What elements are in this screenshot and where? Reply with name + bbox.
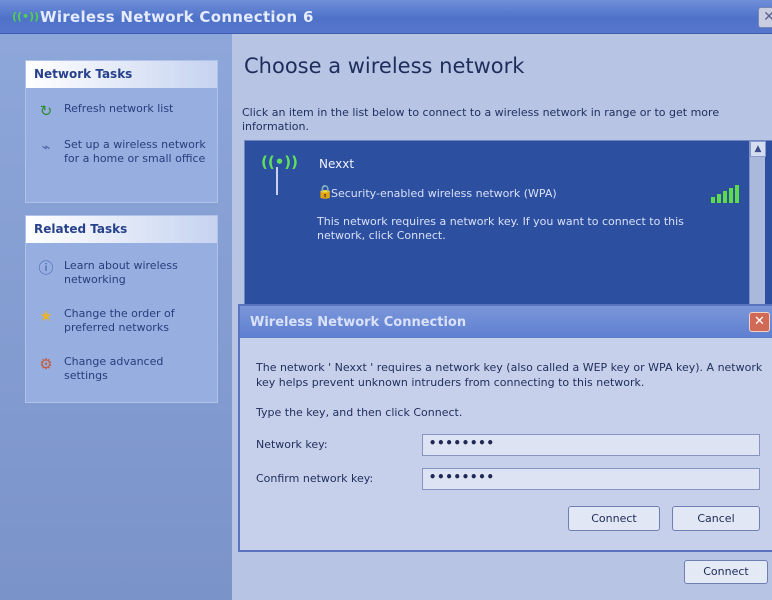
- related-tasks-box: Related Tasks ⓘ Learn about wireless net…: [25, 215, 218, 403]
- wireless-connection-window: ((•)) Wireless Network Connection 6 ✕ Ne…: [0, 0, 772, 600]
- change-advanced-settings-link[interactable]: ⚙ Change advanced settings: [26, 355, 217, 383]
- network-security: Security-enabled wireless network (WPA): [331, 187, 557, 200]
- dialog-title[interactable]: Wireless Network Connection: [240, 306, 772, 338]
- wireless-setup-icon: ⌁: [41, 138, 51, 156]
- confirm-key-input[interactable]: ••••••••: [422, 468, 760, 490]
- page-title: Choose a wireless network: [244, 54, 525, 78]
- dialog-instruction: Type the key, and then click Connect.: [256, 406, 463, 419]
- title-bar[interactable]: ((•)) Wireless Network Connection 6 ✕: [0, 0, 772, 34]
- confirm-key-label: Confirm network key:: [256, 472, 374, 485]
- learn-wireless-link[interactable]: ⓘ Learn about wireless networking: [26, 259, 217, 287]
- page-description: Click an item in the list below to conne…: [242, 106, 720, 133]
- setup-wireless-network-link[interactable]: ⌁ Set up a wireless network for a home o…: [26, 138, 217, 166]
- network-name: Nexxt: [319, 157, 355, 171]
- task-label: Refresh network list: [64, 102, 174, 115]
- task-label: Set up a wireless network for a home or …: [64, 138, 206, 165]
- task-label: Learn about wireless networking: [64, 259, 178, 286]
- settings-icon: ⚙: [39, 355, 53, 373]
- signal-bar: [729, 188, 733, 203]
- change-network-order-link[interactable]: ★ Change the order of preferred networks: [26, 307, 217, 335]
- window-title: Wireless Network Connection 6: [40, 8, 314, 26]
- signal-strength-icon: [711, 185, 745, 203]
- network-key-label: Network key:: [256, 438, 328, 451]
- task-pane: Network Tasks ↻ Refresh network list ⌁ S…: [0, 34, 232, 600]
- antenna-icon: [276, 167, 278, 195]
- signal-bar: [711, 197, 715, 203]
- dialog-close-button[interactable]: ✕: [749, 312, 770, 332]
- connect-button[interactable]: Connect: [684, 560, 768, 584]
- info-icon: ⓘ: [38, 259, 54, 277]
- dialog-message: The network ' Nexxt ' requires a network…: [256, 361, 763, 389]
- dialog-connect-button[interactable]: Connect: [568, 506, 660, 531]
- wireless-icon: ((•)): [12, 10, 40, 23]
- network-description: This network requires a network key. If …: [317, 215, 684, 242]
- task-label: Change the order of preferred networks: [64, 307, 175, 334]
- refresh-network-list-link[interactable]: ↻ Refresh network list: [26, 102, 217, 120]
- star-icon: ★: [39, 307, 53, 325]
- refresh-icon: ↻: [39, 102, 53, 120]
- task-label: Change advanced settings: [64, 355, 164, 382]
- scroll-up-arrow-icon[interactable]: ▲: [750, 141, 766, 157]
- dialog-cancel-button[interactable]: Cancel: [672, 506, 760, 531]
- signal-bar: [717, 194, 721, 203]
- window-close-button[interactable]: ✕: [758, 7, 772, 28]
- network-tasks-heading: Network Tasks: [26, 61, 217, 88]
- network-key-input[interactable]: ••••••••: [422, 434, 760, 456]
- related-tasks-heading: Related Tasks: [26, 216, 217, 243]
- network-tasks-box: Network Tasks ↻ Refresh network list ⌁ S…: [25, 60, 218, 203]
- network-key-dialog: Wireless Network Connection ✕ The networ…: [238, 304, 772, 552]
- signal-bar: [735, 185, 739, 203]
- signal-bar: [723, 191, 727, 203]
- wireless-signal-icon: ((•)): [261, 153, 299, 171]
